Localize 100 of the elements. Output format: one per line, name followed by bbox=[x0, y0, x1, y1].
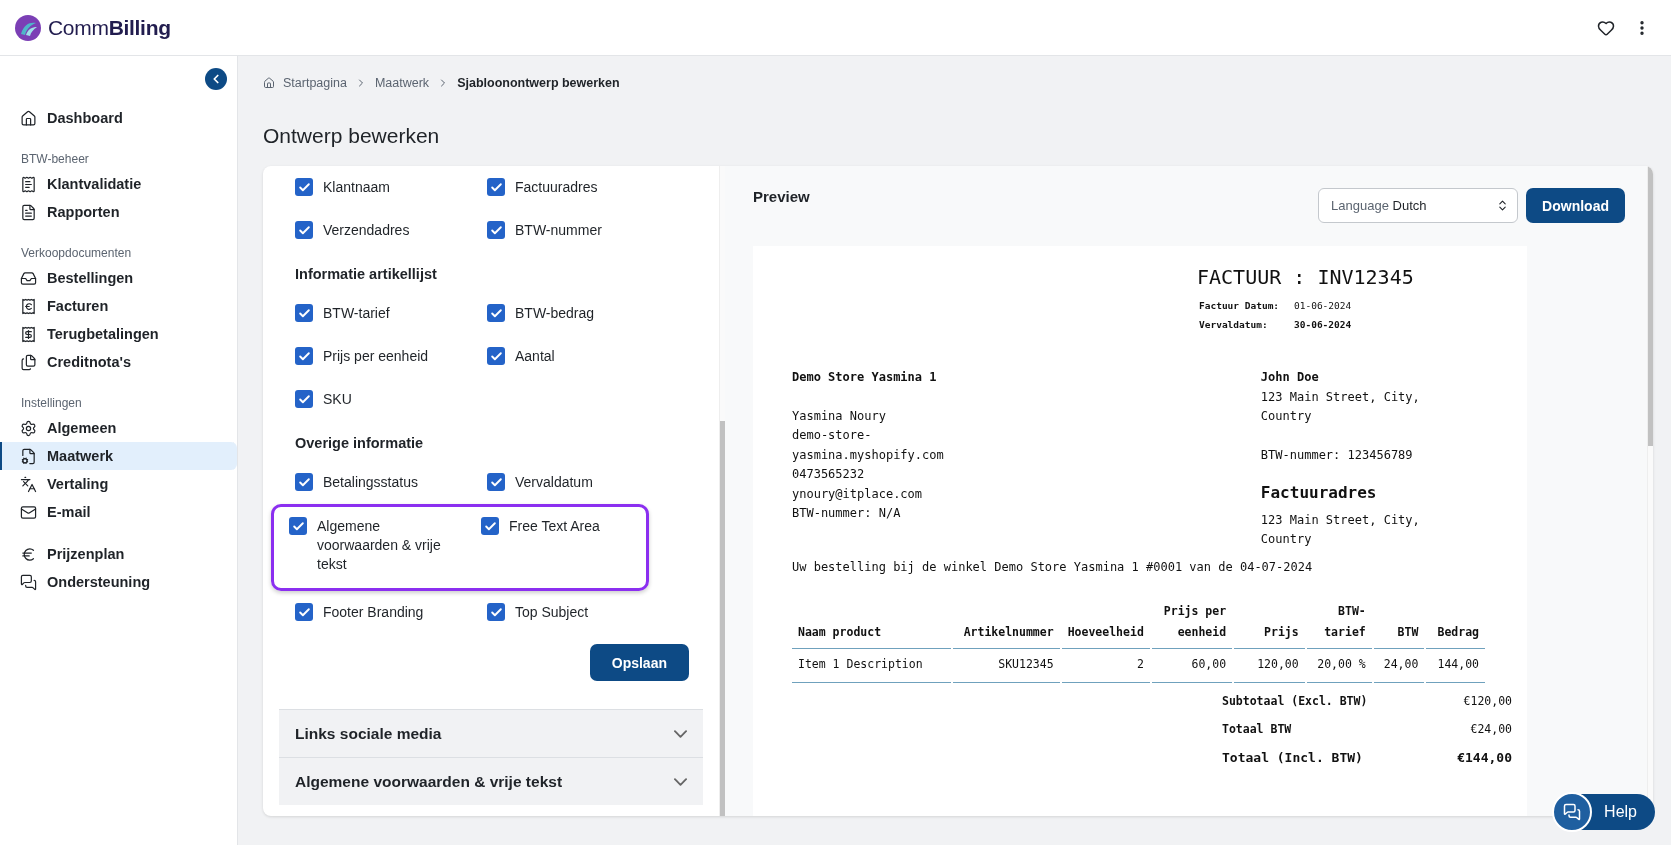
check-icon bbox=[489, 223, 503, 237]
table-cell: 60,00 bbox=[1151, 649, 1233, 683]
nav-item[interactable]: Terugbetalingen bbox=[0, 320, 237, 348]
checkbox-option[interactable]: Verzendadres bbox=[295, 221, 487, 240]
checkbox[interactable] bbox=[487, 221, 505, 239]
nav-item[interactable]: Algemeen bbox=[0, 414, 237, 442]
checkbox-option[interactable]: Factuuradres bbox=[487, 178, 637, 197]
seller-detail: 0473565232 bbox=[792, 466, 866, 483]
nav-item[interactable]: Dashboard bbox=[0, 104, 237, 132]
breadcrumb-link[interactable]: Sjabloonontwerp bewerken bbox=[457, 76, 620, 90]
column-header: Bedrag bbox=[1426, 597, 1485, 649]
euro-receipt-icon bbox=[20, 297, 37, 315]
checkbox-option[interactable]: Prijs per eenheid bbox=[295, 347, 487, 366]
checkbox-option[interactable]: BTW-nummer bbox=[487, 221, 637, 240]
nav-item[interactable]: Creditnota's bbox=[0, 348, 237, 376]
checkbox-option[interactable]: BTW-tarief bbox=[295, 304, 487, 323]
nav-item-label: E-mail bbox=[47, 504, 91, 520]
checkbox-option[interactable]: Betalingsstatus bbox=[295, 473, 487, 492]
nav-item[interactable]: Maatwerk bbox=[0, 442, 237, 470]
checkbox[interactable] bbox=[295, 178, 313, 196]
checkbox-option[interactable]: Klantnaam bbox=[295, 178, 487, 197]
nav-item-label: Maatwerk bbox=[47, 448, 114, 464]
checkbox-option[interactable]: Top Subject bbox=[487, 603, 637, 622]
seller-detail: BTW-nummer: N/A bbox=[792, 505, 902, 522]
checkbox-option[interactable]: BTW-bedrag bbox=[487, 304, 637, 323]
euro-icon bbox=[20, 545, 37, 563]
seller-name: Demo Store Yasmina 1 bbox=[792, 369, 938, 386]
breadcrumb-link[interactable]: Maatwerk bbox=[374, 76, 430, 90]
breadcrumb-link[interactable]: Startpagina bbox=[283, 76, 347, 90]
save-button[interactable]: Opslaan bbox=[589, 644, 689, 681]
document-icon bbox=[20, 203, 37, 221]
checkbox-option[interactable]: Footer Branding bbox=[295, 603, 487, 622]
checkbox[interactable] bbox=[295, 603, 313, 621]
nav-item-label: Bestellingen bbox=[47, 270, 134, 286]
checkbox[interactable] bbox=[295, 347, 313, 365]
table-cell: 2 bbox=[1061, 649, 1150, 683]
nav-item[interactable]: Rapporten bbox=[0, 198, 237, 226]
total-label: Subtotaal (Excl. BTW) bbox=[1222, 692, 1369, 710]
checkbox-option[interactable]: Algemene voorwaarden & vrije tekst bbox=[289, 517, 481, 574]
nav-item[interactable]: Facturen bbox=[0, 292, 237, 320]
accordion-header[interactable]: Algemene voorwaarden & vrije tekst bbox=[279, 757, 703, 805]
checkbox[interactable] bbox=[481, 517, 499, 535]
checkbox[interactable] bbox=[487, 304, 505, 322]
nav-item-label: Ondersteuning bbox=[47, 574, 151, 590]
checkbox-option[interactable]: Aantal bbox=[487, 347, 637, 366]
checkbox[interactable] bbox=[487, 178, 505, 196]
scrollbar-thumb[interactable] bbox=[1648, 166, 1653, 446]
total-value: €24,00 bbox=[1469, 720, 1512, 738]
total-value: €144,00 bbox=[1456, 748, 1512, 767]
receipt-icon bbox=[20, 175, 37, 193]
nav-item-label: Prijzenplan bbox=[47, 546, 125, 562]
checkbox[interactable] bbox=[289, 517, 307, 535]
checkbox[interactable] bbox=[295, 221, 313, 239]
checkbox-option[interactable]: Vervaldatum bbox=[487, 473, 637, 492]
meta-label: Vervaldatum: bbox=[1199, 318, 1269, 332]
language-select[interactable]: Language Dutch bbox=[1318, 188, 1519, 223]
nav-item-label: Dashboard bbox=[47, 110, 123, 126]
nav-item[interactable]: Prijzenplan bbox=[0, 540, 237, 568]
preview-title: Preview bbox=[753, 188, 810, 205]
column-header: BTW bbox=[1373, 597, 1425, 649]
column-header: Prijs per eenheid bbox=[1151, 597, 1233, 649]
checkbox[interactable] bbox=[487, 603, 505, 621]
meta-value: 01-06-2024 bbox=[1294, 299, 1353, 313]
checkbox-option[interactable]: SKU bbox=[295, 390, 487, 409]
heart-icon[interactable] bbox=[1597, 18, 1615, 37]
seller-detail: demo-store-yasmina.myshopify.com bbox=[792, 427, 945, 464]
check-icon bbox=[297, 180, 311, 194]
nav-section-label: BTW-beheer bbox=[20, 151, 90, 168]
checkbox[interactable] bbox=[295, 390, 313, 408]
check-icon bbox=[291, 519, 305, 533]
accordion-header[interactable]: Links sociale media bbox=[279, 709, 703, 757]
nav-item-label: Terugbetalingen bbox=[47, 326, 159, 342]
order-sentence: Uw bestelling bij de winkel Demo Store Yasmina 1 #0001 van de 04-07-2024 bbox=[792, 558, 1314, 576]
nav-section-label: Verkoopdocumenten bbox=[20, 245, 133, 262]
page-title: Ontwerp bewerken bbox=[263, 123, 441, 149]
billing-address: 123 Main Street, City, Country bbox=[1260, 511, 1421, 548]
checkbox[interactable] bbox=[295, 473, 313, 491]
checkbox[interactable] bbox=[487, 347, 505, 365]
collapse-button[interactable] bbox=[205, 68, 227, 90]
customer-vat: BTW-nummer: 123456789 bbox=[1260, 446, 1414, 464]
home-icon bbox=[20, 109, 37, 127]
invoice-title: FACTUUR : INV12345 bbox=[1197, 264, 1415, 291]
receipt-icon bbox=[20, 325, 37, 343]
checkbox[interactable] bbox=[487, 473, 505, 491]
nav-item[interactable]: Vertaling bbox=[0, 470, 237, 498]
checkbox-option[interactable]: Free Text Area bbox=[481, 517, 631, 574]
check-icon bbox=[489, 306, 503, 320]
file-gear-icon bbox=[20, 447, 37, 465]
chevron-down-icon bbox=[674, 729, 687, 738]
download-button[interactable]: Download bbox=[1526, 188, 1625, 223]
nav-item[interactable]: Klantvalidatie bbox=[0, 170, 237, 198]
check-icon bbox=[297, 349, 311, 363]
translate-icon bbox=[20, 475, 37, 493]
total-label: Totaal (Incl. BTW) bbox=[1222, 748, 1364, 767]
table-cell: 20,00 % bbox=[1306, 649, 1372, 683]
nav-item[interactable]: E-mail bbox=[0, 498, 237, 526]
checkbox[interactable] bbox=[295, 304, 313, 322]
nav-item[interactable]: Bestellingen bbox=[0, 264, 237, 292]
scrollbar-thumb[interactable] bbox=[720, 421, 725, 816]
nav-item[interactable]: Ondersteuning bbox=[0, 568, 237, 596]
